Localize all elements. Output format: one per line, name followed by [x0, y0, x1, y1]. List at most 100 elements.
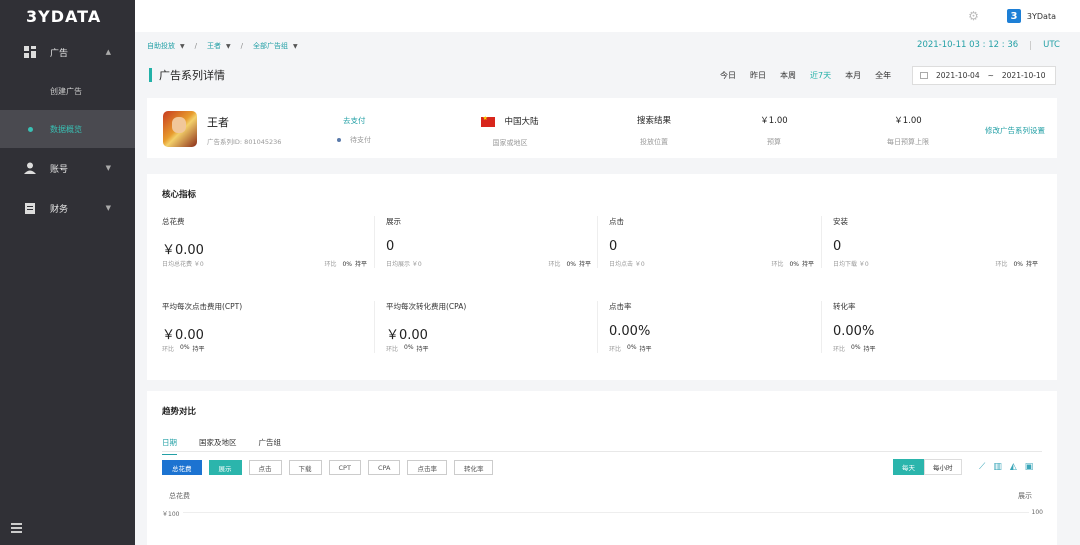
metric-button-cvr[interactable]: 转化率	[453, 460, 494, 475]
metric-button-spend[interactable]: 总花费	[162, 460, 202, 475]
range-last-7-days[interactable]: 近7天	[810, 70, 831, 81]
breadcrumb-item-campaign[interactable]: 王者	[207, 41, 221, 51]
collapse-menu-icon[interactable]	[11, 523, 22, 533]
metric-cmp: 环比	[995, 261, 1008, 268]
core-metrics-card: 核心指标 总花费 ￥0.00 日均总花费 ￥0 环比 0% 持平 展示 0 日均展示 …	[147, 174, 1057, 380]
range-this-month[interactable]: 本月	[845, 70, 861, 81]
bar-chart-icon[interactable]: ▥	[993, 462, 1002, 472]
metric-pct: 0%	[566, 261, 576, 268]
daily-budget-value: ￥1.00	[894, 116, 922, 126]
sidebar-subitem-label: 数据概览	[50, 124, 82, 134]
metric-daily: 日均总花费 ￥0	[162, 261, 204, 268]
title-row: 广告系列详情	[149, 67, 225, 83]
user-logo-icon: 3	[1006, 9, 1021, 23]
tab-country[interactable]: 国家及地区	[199, 437, 237, 455]
sidebar-subitem-label: 创建广告	[50, 86, 82, 96]
tab-divider	[162, 451, 1042, 452]
pay-status: 待支付	[337, 135, 371, 145]
chevron-down-icon: ▼	[105, 204, 111, 212]
chevron-down-icon: ▼	[105, 164, 111, 172]
metric-title: 总花费	[162, 217, 185, 226]
region-label: 国家或地区	[492, 139, 528, 147]
metric-button-cpt[interactable]: CPT	[328, 460, 361, 475]
breadcrumb-item-self-serve[interactable]: 自助投放	[147, 41, 175, 51]
caret-down-icon[interactable]: ▼	[293, 43, 298, 50]
toggle-daily[interactable]: 每天	[893, 459, 924, 475]
sidebar-item-label: 财务	[50, 204, 69, 215]
metric-cmp: 环比	[548, 261, 561, 268]
metric-title: 安装	[833, 217, 848, 226]
metric-title: 点击	[609, 217, 624, 226]
metric-button-downloads[interactable]: 下载	[288, 460, 322, 475]
metric-installs: 安装 0 日均下载 ￥0 环比 0% 持平	[821, 216, 1057, 276]
sidebar-subitem-create-ad[interactable]: 创建广告	[0, 72, 135, 110]
metric-title: 转化率	[833, 302, 856, 311]
range-yesterday[interactable]: 昨日	[750, 70, 766, 81]
metric-value: 0	[833, 239, 842, 254]
sidebar-item-finance[interactable]: 财务 ▼	[0, 188, 135, 228]
download-image-icon[interactable]: ▣	[1025, 462, 1034, 472]
metric-clicks: 点击 0 日均点击 ￥0 环比 0% 持平	[597, 216, 833, 276]
budget-col: ￥1.00 预算	[739, 114, 809, 147]
breadcrumb-item-adgroups[interactable]: 全部广告组	[253, 41, 288, 51]
caret-down-icon[interactable]: ▼	[226, 43, 231, 50]
metric-cpa: 平均每次转化费用(CPA) ￥0.00 环比 0% 持平	[374, 301, 610, 361]
toggle-hourly[interactable]: 每小时	[924, 459, 962, 475]
metric-button-clicks[interactable]: 点击	[248, 460, 282, 475]
area-chart-icon[interactable]: ◭	[1010, 462, 1017, 472]
metric-title: 展示	[386, 217, 401, 226]
region-value: 中国大陆	[504, 117, 539, 127]
divider	[1030, 40, 1032, 50]
metric-value: ￥0.00	[162, 243, 204, 258]
tab-adgroup[interactable]: 广告组	[259, 437, 282, 455]
chevron-up-icon: ▲	[105, 48, 111, 56]
daily-budget-label: 每日预算上限	[887, 138, 929, 146]
metric-daily: 日均点击 ￥0	[609, 261, 645, 268]
grid-icon	[24, 46, 36, 58]
topbar: ⚙ 3 3YData	[135, 0, 1080, 32]
pay-link[interactable]: 去支付	[343, 115, 366, 126]
placement-value: 搜索结果	[636, 116, 671, 126]
metric-cmp: 环比	[833, 346, 846, 353]
date-range-picker[interactable]: 2021-10-04 ~ 2021-10-10	[912, 66, 1056, 85]
metric-button-cpa[interactable]: CPA	[367, 460, 401, 475]
sidebar-item-account[interactable]: 账号 ▼	[0, 148, 135, 188]
metric-cmp: 环比	[771, 261, 784, 268]
sidebar-item-ads[interactable]: 广告 ▲	[0, 32, 135, 72]
modify-campaign-link[interactable]: 修改广告系列设置	[985, 125, 1045, 136]
calendar-icon	[920, 72, 928, 79]
date-sep: ~	[987, 71, 994, 80]
metric-title: 点击率	[609, 302, 632, 311]
sidebar-subitem-data-overview[interactable]: 数据概览	[0, 110, 135, 148]
user-name[interactable]: 3YData	[1027, 12, 1056, 21]
chart-gridline	[183, 512, 1029, 513]
sidebar-item-label: 账号	[50, 164, 69, 175]
metric-button-impressions[interactable]: 展示	[208, 460, 242, 475]
date-end: 2021-10-10	[1001, 71, 1046, 80]
campaign-id: 广告系列ID: 801045236	[207, 138, 282, 146]
tab-date[interactable]: 日期	[162, 437, 177, 455]
metric-pct: 0%	[404, 344, 414, 351]
metric-value: ￥0.00	[386, 328, 428, 343]
metric-title: 平均每次点击费用(CPT)	[162, 302, 243, 311]
date-start: 2021-10-04	[936, 71, 980, 80]
logo: 3YDATA	[26, 7, 102, 26]
metric-value: 0.00%	[833, 324, 875, 339]
right-axis-label: 展示	[1018, 492, 1032, 500]
metric-button-ctr[interactable]: 点击率	[407, 460, 447, 475]
metric-value: 0	[609, 239, 618, 254]
metric-cmp: 环比	[324, 261, 337, 268]
status-dot-icon	[337, 138, 341, 142]
metric-buttons: 总花费 展示 点击 下载 CPT CPA 点击率 转化率	[162, 460, 500, 475]
range-today[interactable]: 今日	[720, 70, 736, 81]
caret-down-icon[interactable]: ▼	[180, 43, 185, 50]
left-axis-tick: ￥100	[162, 511, 180, 518]
gear-icon[interactable]: ⚙	[968, 9, 979, 23]
range-this-week[interactable]: 本周	[780, 70, 796, 81]
chart-type-icons: ⟋ ▥ ◭ ▣	[979, 462, 1041, 472]
placement-label: 投放位置	[640, 138, 668, 146]
range-this-year[interactable]: 全年	[875, 70, 891, 81]
metric-value: 0.00%	[609, 324, 651, 339]
line-chart-icon[interactable]: ⟋	[979, 462, 985, 472]
metric-flat: 持平	[416, 346, 429, 353]
